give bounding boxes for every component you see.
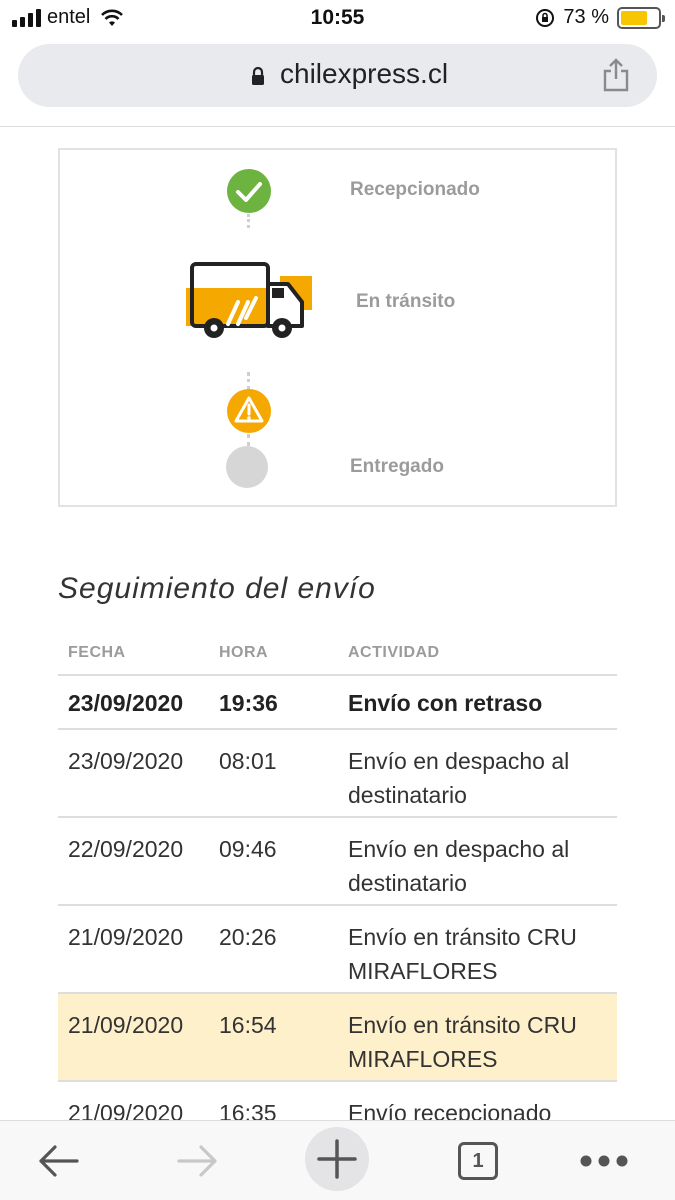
shipment-progress: Recepcionado En tránsito Entregado: [58, 148, 617, 507]
row-date: 22/09/2020: [68, 836, 184, 862]
orientation-lock-icon: [536, 8, 555, 27]
header-activity: ACTIVIDAD: [348, 644, 440, 661]
row-time: 09:46: [219, 836, 277, 862]
row-time: 20:26: [219, 924, 277, 950]
row-activity: Envío en despacho al destinatario: [348, 836, 570, 896]
battery-level: [621, 10, 648, 25]
more-icon: [580, 1155, 628, 1167]
tracking-table: FECHA HORA ACTIVIDAD 23/09/2020 19:36 En…: [58, 632, 617, 1142]
more-button[interactable]: [572, 1131, 636, 1191]
forward-icon: [177, 1145, 217, 1177]
row-activity: Envío en tránsito CRU MIRAFLORES: [348, 1012, 577, 1072]
row-activity: Envío con retraso: [348, 690, 543, 716]
row-time: 08:01: [219, 748, 277, 774]
lock-icon: [252, 66, 264, 85]
tabs-icon: 1: [458, 1142, 498, 1180]
step-received-label: Recepcionado: [350, 179, 480, 200]
battery-icon: [617, 6, 665, 29]
share-icon[interactable]: [601, 58, 631, 92]
new-tab-button[interactable]: [305, 1127, 369, 1191]
table-row: 21/09/2020 16:54 Envío en tránsito CRU M…: [58, 994, 617, 1082]
row-date: 23/09/2020: [68, 690, 184, 716]
battery-percent: 73 %: [563, 6, 609, 28]
table-row: 23/09/2020 19:36 Envío con retraso: [58, 676, 617, 730]
row-date: 23/09/2020: [68, 748, 184, 774]
table-row: 23/09/2020 08:01 Envío en despacho al de…: [58, 730, 617, 818]
row-time: 19:36: [219, 690, 278, 716]
row-date: 21/09/2020: [68, 1012, 184, 1038]
check-icon: [227, 169, 271, 213]
status-bar: entel 10:55 73 %: [0, 0, 675, 38]
back-icon: [39, 1145, 79, 1177]
step-transit-label: En tránsito: [356, 291, 456, 312]
table-header: FECHA HORA ACTIVIDAD: [58, 632, 617, 676]
browser-toolbar: 1: [0, 1120, 675, 1200]
pending-step-icon: [226, 446, 268, 488]
back-button[interactable]: [26, 1131, 90, 1191]
url-text[interactable]: chilexpress.cl: [280, 58, 448, 90]
header-date: FECHA: [68, 644, 126, 661]
truck-icon: [186, 262, 312, 338]
step-delivered-label: Entregado: [350, 456, 444, 477]
row-time: 16:54: [219, 1012, 277, 1038]
address-bar[interactable]: chilexpress.cl: [18, 44, 657, 107]
table-row: 22/09/2020 09:46 Envío en despacho al de…: [58, 818, 617, 906]
row-activity: Envío en despacho al destinatario: [348, 748, 570, 808]
row-activity: Envío en tránsito CRU MIRAFLORES: [348, 924, 577, 984]
section-title: Seguimiento del envío: [58, 572, 376, 605]
table-row: 21/09/2020 20:26 Envío en tránsito CRU M…: [58, 906, 617, 994]
tabs-button[interactable]: 1: [446, 1131, 510, 1191]
new-tab-icon: [305, 1127, 369, 1191]
row-date: 21/09/2020: [68, 924, 184, 950]
warning-icon: [227, 389, 271, 433]
forward-button[interactable]: [166, 1131, 230, 1191]
divider: [0, 126, 675, 127]
header-time: HORA: [219, 644, 269, 661]
